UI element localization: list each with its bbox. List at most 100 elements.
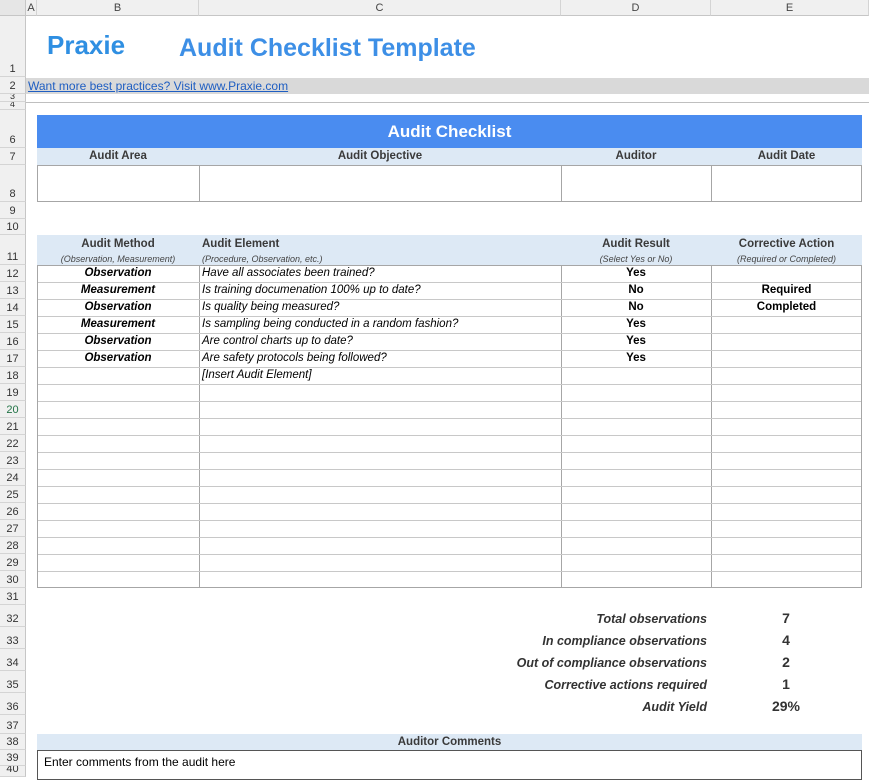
table-gridline <box>38 401 861 402</box>
row-header-9[interactable]: 9 <box>0 202 26 219</box>
audit-method-subheader: (Observation, Measurement) <box>60 254 176 264</box>
table-row-4-result[interactable]: Yes <box>561 316 711 333</box>
auditor-comments-field[interactable]: Enter comments from the audit here <box>37 750 862 780</box>
auditor-header: Auditor <box>561 148 711 165</box>
table-row-6-result[interactable]: Yes <box>561 350 711 367</box>
row-header-8[interactable]: 8 <box>0 165 26 202</box>
table-row-3-action[interactable]: Completed <box>711 299 862 316</box>
column-header-d[interactable]: D <box>561 0 711 16</box>
table-row-7-element[interactable]: [Insert Audit Element] <box>202 367 312 384</box>
row-header-18[interactable]: 18 <box>0 367 26 384</box>
table-gridline <box>38 384 861 385</box>
table-row-3-result[interactable]: No <box>561 299 711 316</box>
summary-yield-value: 29% <box>771 698 801 714</box>
row-header-10[interactable]: 10 <box>0 219 26 235</box>
table-row-4-element[interactable]: Is sampling being conducted in a random … <box>202 316 458 333</box>
row-header-33[interactable]: 33 <box>0 627 26 649</box>
table-gridline <box>38 367 861 368</box>
row-header-4[interactable]: 4 <box>0 102 26 110</box>
row-header-7[interactable]: 7 <box>0 148 26 165</box>
audit-method-header: Audit Method <box>81 238 155 250</box>
row-header-15[interactable]: 15 <box>0 316 26 333</box>
row-header-36[interactable]: 36 <box>0 693 26 715</box>
row-header-20[interactable]: 20 <box>0 401 26 418</box>
row-header-39[interactable]: 39 <box>0 750 26 766</box>
table-row-3-method[interactable]: Observation <box>37 299 199 316</box>
row-header-14[interactable]: 14 <box>0 299 26 316</box>
table-row-5-result[interactable]: Yes <box>561 333 711 350</box>
column-header-a[interactable]: A <box>26 0 37 16</box>
table-row-6-element[interactable]: Are safety protocols being followed? <box>202 350 387 367</box>
table-row-1-result[interactable]: Yes <box>561 265 711 282</box>
auditor-cell[interactable] <box>562 166 711 201</box>
table-row-4-method[interactable]: Measurement <box>37 316 199 333</box>
row-header-21[interactable]: 21 <box>0 418 26 435</box>
row-header-38[interactable]: 38 <box>0 734 26 750</box>
summary-out-compliance-label: Out of compliance observations <box>516 656 707 670</box>
summary-corrective-label: Corrective actions required <box>544 678 707 692</box>
table-row-1-element[interactable]: Have all associates been trained? <box>202 265 375 282</box>
column-header-c[interactable]: C <box>199 0 561 16</box>
row-header-27[interactable]: 27 <box>0 520 26 537</box>
summary-corrective-value: 1 <box>782 676 790 692</box>
auditor-comments-header: Auditor Comments <box>37 734 862 750</box>
table-row-5-element[interactable]: Are control charts up to date? <box>202 333 353 350</box>
audit-objective-cell[interactable] <box>200 166 561 201</box>
table-gridline <box>38 554 861 555</box>
separator-line <box>26 102 869 103</box>
table-row-2-action[interactable]: Required <box>711 282 862 299</box>
table-gridline <box>38 435 861 436</box>
table-gridline <box>38 537 861 538</box>
row-header-40[interactable]: 40 <box>0 766 26 777</box>
table-gridline <box>38 520 861 521</box>
row-header-22[interactable]: 22 <box>0 435 26 452</box>
row-header-34[interactable]: 34 <box>0 649 26 671</box>
corrective-action-subheader: (Required or Completed) <box>736 254 837 264</box>
table-row-1-method[interactable]: Observation <box>37 265 199 282</box>
row-header-19[interactable]: 19 <box>0 384 26 401</box>
row-header-3[interactable]: 3 <box>0 94 26 102</box>
table-row-3-element[interactable]: Is quality being measured? <box>202 299 339 316</box>
row-header-35[interactable]: 35 <box>0 671 26 693</box>
table-gridline <box>38 486 861 487</box>
table-row-2-element[interactable]: Is training documenation 100% up to date… <box>202 282 421 299</box>
row-header-25[interactable]: 25 <box>0 486 26 503</box>
row-header-31[interactable]: 31 <box>0 588 26 605</box>
row-header-37[interactable]: 37 <box>0 715 26 734</box>
audit-date-cell[interactable] <box>712 166 861 201</box>
table-gridline <box>38 571 861 572</box>
table-row-2-method[interactable]: Measurement <box>37 282 199 299</box>
audit-area-cell[interactable] <box>38 166 199 201</box>
row-header-2[interactable]: 2 <box>0 77 26 94</box>
row-header-28[interactable]: 28 <box>0 537 26 554</box>
row-header-24[interactable]: 24 <box>0 469 26 486</box>
summary-in-compliance-label: In compliance observations <box>542 634 707 648</box>
audit-result-header: Audit Result <box>602 238 670 250</box>
row-header-26[interactable]: 26 <box>0 503 26 520</box>
row-header-1[interactable]: 1 <box>0 16 26 77</box>
summary-yield-label: Audit Yield <box>642 700 707 714</box>
column-header-e[interactable]: E <box>711 0 869 16</box>
row-header-29[interactable]: 29 <box>0 554 26 571</box>
row-header-23[interactable]: 23 <box>0 452 26 469</box>
row-header-30[interactable]: 30 <box>0 571 26 588</box>
table-row-2-result[interactable]: No <box>561 282 711 299</box>
row-header-32[interactable]: 32 <box>0 605 26 627</box>
table-row-5-method[interactable]: Observation <box>37 333 199 350</box>
row-header-13[interactable]: 13 <box>0 282 26 299</box>
audit-date-header: Audit Date <box>711 148 862 165</box>
select-all-corner[interactable] <box>0 0 26 16</box>
divider <box>199 265 200 588</box>
row-header-17[interactable]: 17 <box>0 350 26 367</box>
praxie-link[interactable]: Want more best practices? Visit www.Prax… <box>28 79 288 93</box>
row-header-6[interactable]: 6 <box>0 110 26 148</box>
row-header-16[interactable]: 16 <box>0 333 26 350</box>
row-header-12[interactable]: 12 <box>0 265 26 282</box>
table-gridline <box>38 452 861 453</box>
table-gridline <box>38 469 861 470</box>
audit-checklist-banner: Audit Checklist <box>37 115 862 148</box>
table-row-6-method[interactable]: Observation <box>37 350 199 367</box>
column-header-b[interactable]: B <box>37 0 199 16</box>
praxie-logo: Praxie <box>47 30 126 60</box>
row-header-11[interactable]: 11 <box>0 235 26 265</box>
